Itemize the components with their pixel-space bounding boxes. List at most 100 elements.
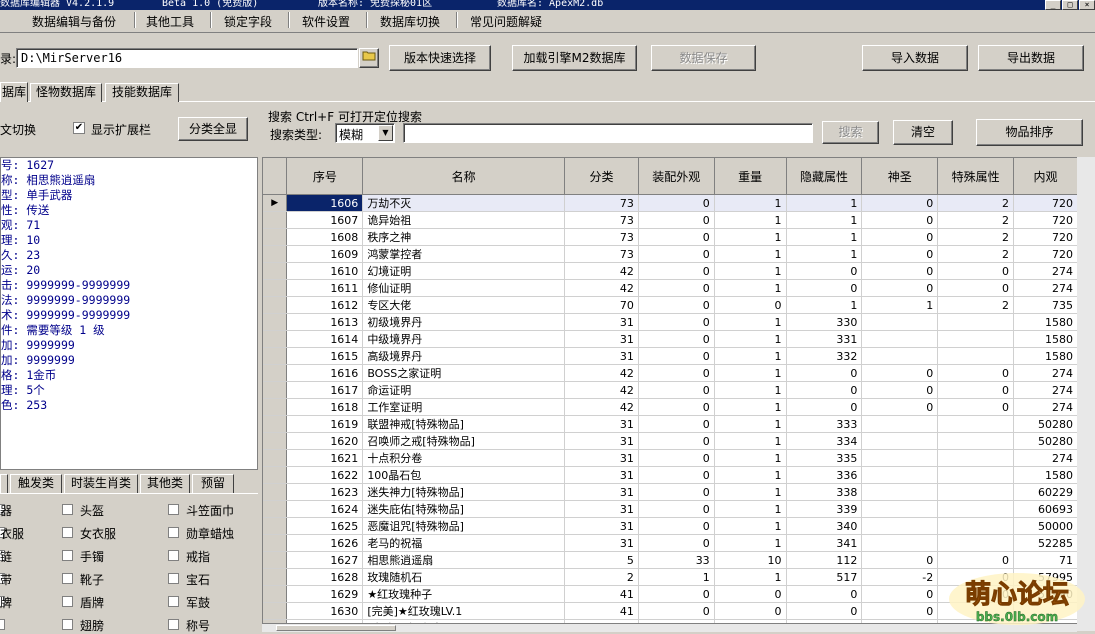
table-cell[interactable]: 1 bbox=[714, 415, 787, 433]
table-cell[interactable]: 42 bbox=[564, 398, 639, 416]
table-cell[interactable] bbox=[861, 483, 939, 501]
table-cell[interactable]: 0 bbox=[638, 483, 715, 501]
table-cell[interactable]: 1610 bbox=[286, 262, 364, 280]
table-row[interactable]: 1624 迷失庇佑[特殊物品] 31 0 1 339 60693 bbox=[263, 500, 1078, 518]
row-indicator[interactable] bbox=[263, 602, 288, 620]
table-cell[interactable]: 1 bbox=[714, 449, 787, 467]
table-cell[interactable]: 60229 bbox=[1013, 483, 1078, 501]
table-cell[interactable]: 1 bbox=[714, 432, 787, 450]
table-cell[interactable]: 274 bbox=[1013, 262, 1078, 280]
table-cell[interactable]: 1626 bbox=[286, 534, 364, 552]
table-cell[interactable]: 1 bbox=[638, 568, 715, 586]
table-cell[interactable]: 31 bbox=[564, 313, 639, 331]
row-indicator[interactable] bbox=[263, 483, 288, 501]
table-cell[interactable]: 0 bbox=[638, 245, 715, 263]
table-row[interactable]: 1613 初级境界丹 31 0 1 330 1580 bbox=[263, 313, 1078, 331]
table-cell[interactable]: 1 bbox=[714, 483, 787, 501]
category-checkbox[interactable] bbox=[168, 504, 179, 515]
minimize-button[interactable]: _ bbox=[1045, 0, 1061, 10]
col-header-hidden-attr[interactable]: 隐藏属性 bbox=[786, 158, 863, 195]
search-input[interactable] bbox=[403, 123, 813, 143]
table-cell[interactable]: 341 bbox=[786, 534, 863, 552]
table-cell[interactable]: 1627 bbox=[286, 551, 364, 569]
table-cell[interactable]: 1609 bbox=[286, 245, 364, 263]
category-checkbox[interactable] bbox=[168, 527, 179, 538]
table-cell[interactable] bbox=[861, 415, 939, 433]
version-quick-select-button[interactable]: 版本快速选择 bbox=[389, 45, 491, 71]
table-cell[interactable]: ★红玫瑰种子 bbox=[362, 585, 566, 603]
items-grid[interactable]: 序号 名称 分类 装配外观 重量 隐藏属性 神圣 特殊属性 内观 ▶ 1606 万劫… bbox=[262, 157, 1079, 625]
table-cell[interactable]: 1611 bbox=[286, 279, 364, 297]
table-cell[interactable]: 331 bbox=[786, 330, 863, 348]
table-cell[interactable]: 31 bbox=[564, 483, 639, 501]
table-cell[interactable]: 1624 bbox=[286, 500, 364, 518]
category-checkbox[interactable] bbox=[62, 527, 73, 538]
table-cell[interactable]: 0 bbox=[937, 262, 1014, 280]
table-cell[interactable]: 1 bbox=[714, 517, 787, 535]
table-cell[interactable]: 0 bbox=[638, 296, 715, 314]
table-cell[interactable]: 2 bbox=[937, 211, 1014, 229]
table-cell[interactable]: 召唤师之戒[特殊物品] bbox=[362, 432, 566, 450]
table-cell[interactable] bbox=[937, 432, 1014, 450]
row-indicator[interactable] bbox=[263, 534, 288, 552]
table-cell[interactable]: 工作室证明 bbox=[362, 398, 566, 416]
category-checkbox[interactable] bbox=[62, 550, 73, 561]
menu-software-settings[interactable]: 软件设置 bbox=[302, 13, 350, 30]
table-cell[interactable] bbox=[937, 449, 1014, 467]
table-cell[interactable]: 1 bbox=[714, 245, 787, 263]
table-row[interactable]: 1619 联盟神戒[特殊物品] 31 0 1 333 50280 bbox=[263, 415, 1078, 433]
table-cell[interactable] bbox=[861, 534, 939, 552]
table-cell[interactable]: 1 bbox=[714, 228, 787, 246]
col-header-holy[interactable]: 神圣 bbox=[861, 158, 939, 195]
table-cell[interactable]: 100晶石包 bbox=[362, 466, 566, 484]
table-cell[interactable]: 1 bbox=[714, 194, 787, 212]
table-row[interactable]: 1614 中级境界丹 31 0 1 331 1580 bbox=[263, 330, 1078, 348]
table-cell[interactable]: 中级境界丹 bbox=[362, 330, 566, 348]
tab-reserved[interactable]: 预留 bbox=[192, 474, 234, 493]
table-cell[interactable]: 0 bbox=[714, 602, 787, 620]
table-cell[interactable] bbox=[861, 449, 939, 467]
table-cell[interactable]: 0 bbox=[714, 296, 787, 314]
table-cell[interactable]: 60693 bbox=[1013, 500, 1078, 518]
table-cell[interactable]: 720 bbox=[1013, 245, 1078, 263]
tab-other[interactable]: 其他类 bbox=[140, 474, 190, 493]
table-cell[interactable]: 0 bbox=[638, 534, 715, 552]
table-cell[interactable]: 1612 bbox=[286, 296, 364, 314]
table-cell[interactable]: [完美]★红玫瑰LV.1 bbox=[362, 602, 566, 620]
table-cell[interactable]: 70 bbox=[564, 296, 639, 314]
table-cell[interactable]: 42 bbox=[564, 381, 639, 399]
table-cell[interactable]: 335 bbox=[786, 449, 863, 467]
row-indicator[interactable] bbox=[263, 432, 288, 450]
show-ext-checkbox[interactable]: ✔ bbox=[73, 122, 85, 134]
table-cell[interactable]: 高级境界丹 bbox=[362, 347, 566, 365]
table-cell[interactable] bbox=[937, 415, 1014, 433]
row-indicator[interactable] bbox=[263, 279, 288, 297]
table-cell[interactable]: 73 bbox=[564, 194, 639, 212]
table-cell[interactable]: 1 bbox=[714, 364, 787, 382]
table-cell[interactable] bbox=[861, 500, 939, 518]
table-cell[interactable]: 0 bbox=[638, 398, 715, 416]
table-cell[interactable]: 50280 bbox=[1013, 415, 1078, 433]
table-cell[interactable]: 338 bbox=[786, 483, 863, 501]
table-cell[interactable]: 0 bbox=[861, 381, 939, 399]
table-row[interactable]: 1626 老马的祝福 31 0 1 341 52285 bbox=[263, 534, 1078, 552]
table-cell[interactable]: 1 bbox=[714, 330, 787, 348]
table-cell[interactable]: 0 bbox=[638, 279, 715, 297]
server-path-input[interactable]: D:\MirServer16 bbox=[16, 48, 358, 68]
table-cell[interactable]: 0 bbox=[861, 602, 939, 620]
menu-db-switch[interactable]: 数据库切换 bbox=[380, 13, 440, 30]
table-cell[interactable]: 720 bbox=[1013, 228, 1078, 246]
table-cell[interactable]: 340 bbox=[786, 517, 863, 535]
table-cell[interactable] bbox=[861, 517, 939, 535]
row-indicator[interactable] bbox=[263, 568, 288, 586]
table-cell[interactable]: 31 bbox=[564, 534, 639, 552]
vertical-scrollbar[interactable] bbox=[1077, 157, 1095, 631]
table-cell[interactable]: 31 bbox=[564, 449, 639, 467]
table-cell[interactable]: 1580 bbox=[1013, 330, 1078, 348]
row-pointer-icon[interactable]: ▶ bbox=[263, 194, 288, 212]
table-cell[interactable]: 0 bbox=[638, 228, 715, 246]
table-cell[interactable]: 1 bbox=[861, 296, 939, 314]
table-cell[interactable]: 5 bbox=[564, 551, 639, 569]
table-cell[interactable]: 0 bbox=[638, 347, 715, 365]
close-button[interactable]: × bbox=[1079, 0, 1095, 10]
